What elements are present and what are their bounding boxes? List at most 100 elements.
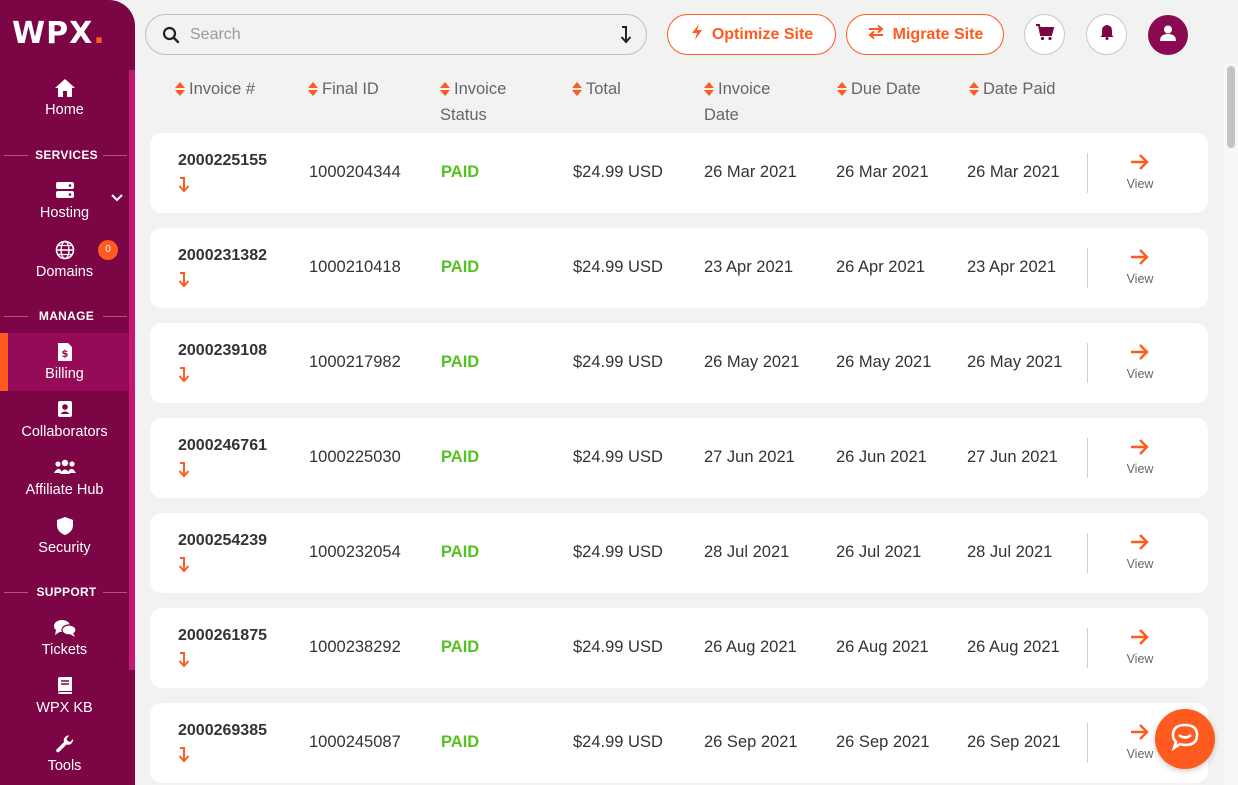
- scrollbar-thumb[interactable]: [1227, 66, 1235, 148]
- sidebar-item-label: Billing: [45, 366, 84, 382]
- column-header-total[interactable]: Total: [572, 77, 621, 103]
- download-invoice-icon[interactable]: [178, 461, 190, 484]
- due-date: 26 Jul 2021: [836, 543, 922, 561]
- sidebar-item-affiliate-hub[interactable]: Affiliate Hub: [0, 458, 129, 498]
- sidebar-item-billing[interactable]: $ Billing: [0, 333, 129, 391]
- invoice-date: 26 Mar 2021: [704, 163, 797, 181]
- invoice-date: 27 Jun 2021: [704, 448, 795, 466]
- search-input[interactable]: [190, 23, 590, 47]
- status-badge: PAID: [441, 543, 480, 561]
- user-avatar-button[interactable]: [1148, 15, 1188, 55]
- arrow-right-icon: [1131, 534, 1149, 550]
- download-invoice-icon[interactable]: [178, 556, 190, 579]
- download-invoice-icon[interactable]: [178, 651, 190, 674]
- view-button[interactable]: View: [1110, 533, 1170, 571]
- sort-arrows-icon: [175, 79, 185, 103]
- arrow-right-icon: [1131, 249, 1149, 265]
- arrow-right-icon: [1131, 344, 1149, 360]
- live-chat-button[interactable]: [1155, 709, 1215, 769]
- home-icon: [0, 78, 129, 98]
- status-badge: PAID: [441, 733, 480, 751]
- invoice-number[interactable]: 2000246761: [178, 437, 267, 455]
- sidebar-item-home[interactable]: Home: [0, 78, 129, 118]
- final-id: 1000204344: [309, 163, 401, 181]
- chevron-down-icon[interactable]: [110, 190, 124, 208]
- lightning-icon: [690, 23, 704, 46]
- sidebar-item-collaborators[interactable]: Collaborators: [0, 400, 129, 440]
- date-paid: 26 May 2021: [967, 353, 1063, 371]
- invoice-number[interactable]: 2000269385: [178, 722, 267, 740]
- column-header-invoice-status[interactable]: Invoice Status: [440, 77, 506, 127]
- sort-arrows-icon: [572, 79, 582, 103]
- view-button[interactable]: View: [1110, 438, 1170, 476]
- status-badge: PAID: [441, 163, 480, 181]
- sidebar-item-label: Tools: [47, 758, 82, 774]
- domains-count-badge: 0: [98, 240, 118, 260]
- download-invoice-icon[interactable]: [178, 271, 190, 294]
- sidebar-item-label: Collaborators: [21, 424, 108, 440]
- column-header-invoice[interactable]: Invoice #: [175, 77, 255, 103]
- final-id: 1000245087: [309, 733, 401, 751]
- divider: [1087, 153, 1088, 193]
- wrench-icon: [0, 734, 129, 754]
- section-manage: MANAGE: [0, 309, 133, 323]
- sidebar-item-tools[interactable]: Tools: [0, 734, 129, 774]
- optimize-site-button[interactable]: Optimize Site: [667, 14, 836, 55]
- total-amount: $24.99 USD: [573, 353, 663, 371]
- column-header-due-date[interactable]: Due Date: [837, 77, 921, 103]
- invoice-number[interactable]: 2000254239: [178, 532, 267, 550]
- svg-text:$: $: [61, 349, 68, 360]
- sidebar-item-wpx-kb[interactable]: WPX KB: [0, 676, 129, 716]
- total-amount: $24.99 USD: [573, 543, 663, 561]
- page-scrollbar[interactable]: [1224, 64, 1238, 785]
- invoice-number[interactable]: 2000239108: [178, 342, 267, 360]
- cart-button[interactable]: [1024, 14, 1065, 55]
- chat-icon: [1170, 722, 1200, 757]
- view-button[interactable]: View: [1110, 248, 1170, 286]
- migrate-site-label: Migrate Site: [892, 25, 984, 43]
- sidebar-item-label: Hosting: [39, 205, 90, 221]
- users-group-icon: [0, 458, 129, 478]
- invoice-number[interactable]: 2000225155: [178, 152, 267, 170]
- final-id: 1000238292: [309, 638, 401, 656]
- table-row: 2000254239 1000232054 PAID $24.99 USD 28…: [150, 513, 1208, 593]
- due-date: 26 May 2021: [836, 353, 932, 371]
- final-id: 1000225030: [309, 448, 401, 466]
- status-badge: PAID: [441, 448, 480, 466]
- sidebar-item-label: Domains: [35, 264, 94, 280]
- date-paid: 27 Jun 2021: [967, 448, 1058, 466]
- download-invoice-icon[interactable]: [178, 176, 190, 199]
- invoice-icon: $: [0, 342, 129, 362]
- due-date: 26 Sep 2021: [836, 733, 930, 751]
- view-button[interactable]: View: [1110, 628, 1170, 666]
- sort-arrows-icon: [308, 79, 318, 103]
- invoice-date: 26 May 2021: [704, 353, 800, 371]
- download-invoice-icon[interactable]: [178, 746, 190, 769]
- column-header-final-id[interactable]: Final ID: [308, 77, 379, 103]
- status-badge: PAID: [441, 638, 480, 656]
- sidebar-item-tickets[interactable]: Tickets: [0, 618, 129, 658]
- column-header-invoice-date[interactable]: Invoice Date: [704, 77, 770, 127]
- invoice-number[interactable]: 2000261875: [178, 627, 267, 645]
- invoice-date: 23 Apr 2021: [704, 258, 793, 276]
- sort-icon[interactable]: [618, 25, 632, 50]
- notifications-button[interactable]: [1086, 14, 1127, 55]
- sidebar-item-security[interactable]: Security: [0, 516, 129, 556]
- view-button[interactable]: View: [1110, 153, 1170, 191]
- download-invoice-icon[interactable]: [178, 366, 190, 389]
- search-bar: [145, 14, 647, 55]
- final-id: 1000217982: [309, 353, 401, 371]
- section-support: SUPPORT: [0, 585, 133, 599]
- sidebar: WPX. Home SERVICES Hosting Domains 0 MAN…: [0, 0, 135, 785]
- chat-bubbles-icon: [0, 618, 129, 638]
- logo[interactable]: WPX.: [12, 16, 106, 51]
- invoice-date: 26 Aug 2021: [704, 638, 797, 656]
- date-paid: 26 Mar 2021: [967, 163, 1060, 181]
- invoice-number[interactable]: 2000231382: [178, 247, 267, 265]
- divider: [1087, 628, 1088, 668]
- migrate-site-button[interactable]: Migrate Site: [846, 14, 1004, 55]
- column-header-date-paid[interactable]: Date Paid: [969, 77, 1055, 103]
- view-button[interactable]: View: [1110, 343, 1170, 381]
- arrow-right-icon: [1131, 154, 1149, 170]
- date-paid: 23 Apr 2021: [967, 258, 1056, 276]
